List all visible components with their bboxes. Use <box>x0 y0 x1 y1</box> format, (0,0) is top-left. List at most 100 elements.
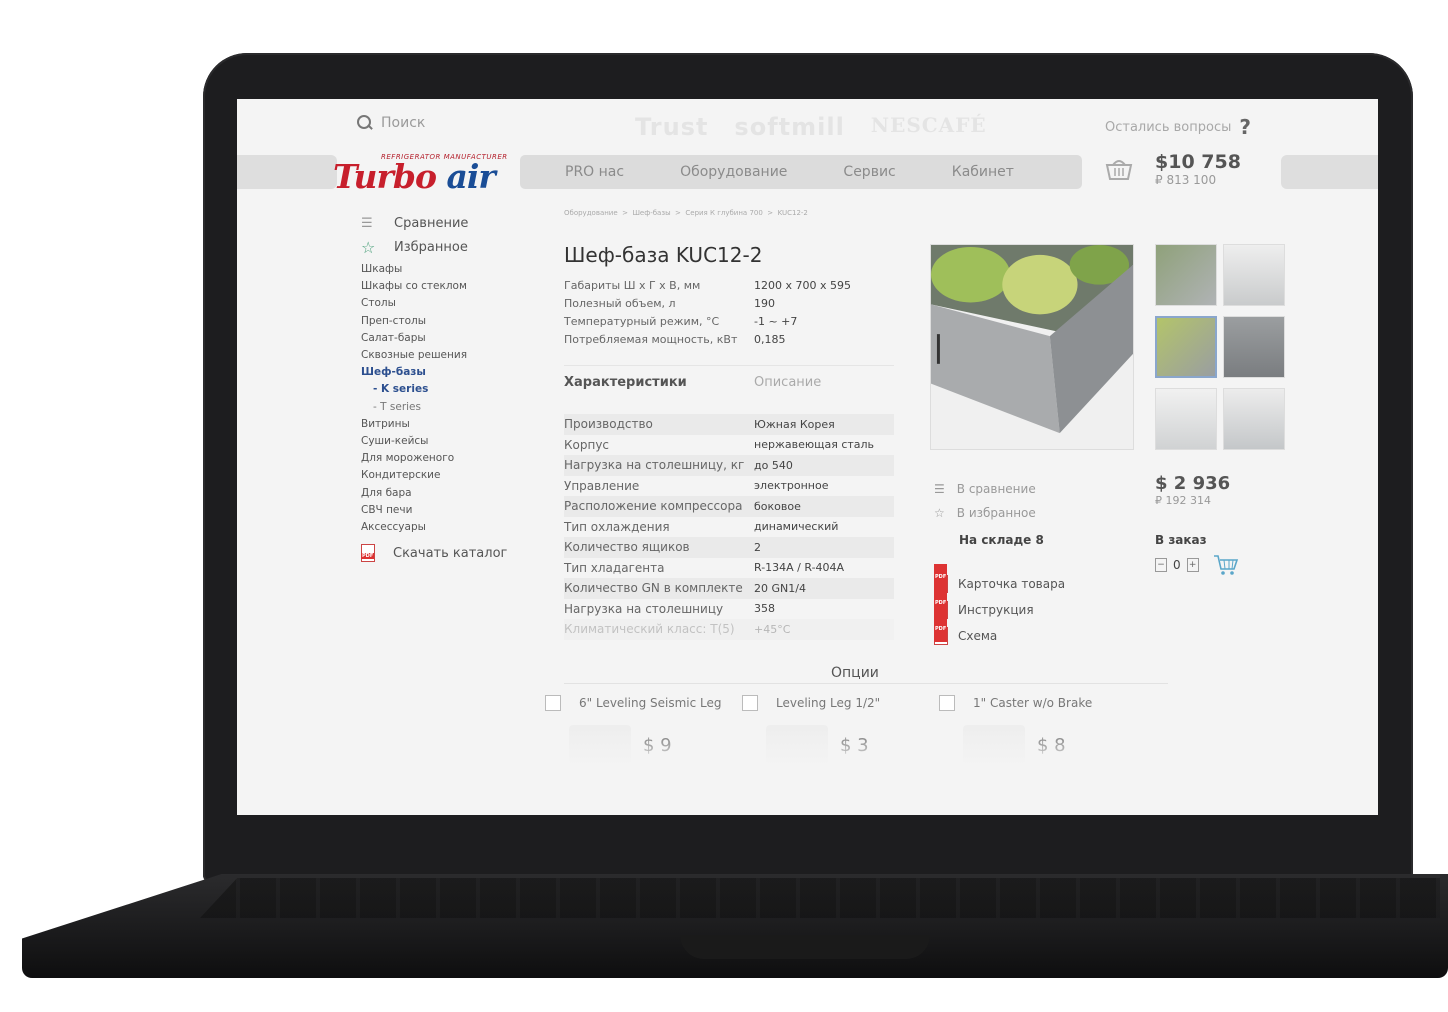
category-item[interactable]: Суши-кейсы <box>361 433 467 450</box>
cart-total[interactable]: $10 758 ₽ 813 100 <box>1155 151 1241 187</box>
table-row: Количество ящиков 2 <box>564 537 894 558</box>
table-row: Тип хладагента R-134A / R-404A <box>564 558 894 579</box>
char-label: Корпус <box>564 437 610 452</box>
thumbnail[interactable] <box>1223 316 1285 378</box>
tab-description[interactable]: Описание <box>754 375 821 390</box>
char-value: нержавеющая сталь <box>754 438 875 452</box>
option-checkbox[interactable] <box>939 695 955 711</box>
spec-value: 1200 x 700 x 595 <box>754 279 851 292</box>
bottom-fade <box>237 727 1378 767</box>
nav-item-service[interactable]: Сервис <box>843 164 895 180</box>
thumbnail[interactable] <box>1223 388 1285 450</box>
partner-logo: NESCAFÉ <box>870 113 987 137</box>
key-specs: Габариты Ш x Г x В, мм 1200 x 700 x 595 П… <box>564 277 851 349</box>
breadcrumb-item: KUC12-2 <box>777 209 808 217</box>
doc-link-manual[interactable]: Инструкция <box>934 590 1065 623</box>
add-to-compare[interactable]: ☰ В сравнение <box>934 477 1036 501</box>
category-item[interactable]: Для бара <box>361 485 467 502</box>
sidebar-favorites-label: Избранное <box>394 239 468 255</box>
search-icon <box>357 115 373 131</box>
thumbnail[interactable] <box>1155 244 1217 306</box>
breadcrumb: Оборудование > Шеф-базы > Серия К глубин… <box>564 209 808 217</box>
spec-row: Габариты Ш x Г x В, мм 1200 x 700 x 595 <box>564 277 851 295</box>
add-to-favorites-label: В избранное <box>956 506 1036 520</box>
logo-tagline: REFRIGERATOR MANUFACTURER <box>381 153 508 161</box>
subcategory-item-active[interactable]: - K series <box>361 381 467 398</box>
char-label: Тип охлаждения <box>564 519 670 534</box>
nav-item-equipment[interactable]: Оборудование <box>680 164 787 180</box>
doc-link-scheme[interactable]: Схема <box>934 616 1065 649</box>
char-value: 20 GN1/4 <box>754 581 806 595</box>
char-value: Южная Корея <box>754 417 835 431</box>
category-list: Шкафы Шкафы со стеклом Столы Преп-столы … <box>361 261 467 536</box>
header-band-right <box>1281 155 1378 189</box>
thumbnail-selected[interactable] <box>1155 316 1217 378</box>
char-label: Производство <box>564 417 653 432</box>
breadcrumb-item[interactable]: Шеф-базы <box>632 209 670 217</box>
table-row: Расположение компрессора боковое <box>564 496 894 517</box>
thumbnail[interactable] <box>1223 244 1285 306</box>
option-checkbox[interactable] <box>742 695 758 711</box>
char-label: Тип хладагента <box>564 560 665 575</box>
char-label: Нагрузка на столешницу <box>564 601 724 616</box>
cart-total-usd: $10 758 <box>1155 151 1241 173</box>
breadcrumb-item[interactable]: Оборудование <box>564 209 618 217</box>
increment-button[interactable]: + <box>1186 558 1199 572</box>
option-checkbox[interactable] <box>545 695 561 711</box>
category-item[interactable]: Аксессуары <box>361 519 467 536</box>
decrement-button[interactable]: − <box>1155 558 1167 572</box>
category-item[interactable]: Шкафы <box>361 261 467 278</box>
category-item[interactable]: Преп-столы <box>361 313 467 330</box>
subcategory-label: K series <box>381 383 429 396</box>
option-name: Leveling Leg 1/2" <box>776 696 881 710</box>
option-name: 6" Leveling Seismic Leg <box>579 696 722 710</box>
nav-item-about[interactable]: PRO нас <box>565 164 624 180</box>
star-icon: ☆ <box>361 237 376 257</box>
header-band-left <box>237 155 337 189</box>
options-divider <box>564 683 1168 684</box>
tab-characteristics[interactable]: Характеристики <box>564 375 754 390</box>
category-item[interactable]: Для мороженого <box>361 450 467 467</box>
help-link[interactable]: Остались вопросы ? <box>1105 115 1251 139</box>
add-to-cart-icon[interactable] <box>1213 554 1239 576</box>
option-name: 1" Caster w/o Brake <box>973 696 1093 710</box>
category-item[interactable]: СВЧ печи <box>361 502 467 519</box>
basket-icon[interactable] <box>1105 157 1133 181</box>
photo-thumbnails <box>1155 244 1285 450</box>
breadcrumb-item[interactable]: Серия К глубина 700 <box>685 209 762 217</box>
spec-label: Потребляемая мощность, кВт <box>564 333 738 346</box>
sidebar-compare[interactable]: ☰ Сравнение <box>361 211 468 235</box>
category-item[interactable]: Салат-бары <box>361 330 467 347</box>
screen: Поиск Trust softmill NESCAFÉ Остались во… <box>237 99 1378 815</box>
brand-logo[interactable]: REFRIGERATOR MANUFACTURER Turbo air <box>333 153 513 196</box>
star-icon: ☆ <box>934 506 945 520</box>
char-value: электронное <box>754 479 829 493</box>
char-label: Количество ящиков <box>564 540 690 555</box>
table-row: Тип охлаждения динамический <box>564 517 894 538</box>
keyboard <box>200 878 1440 918</box>
doc-link-card[interactable]: Карточка товара <box>934 564 1065 597</box>
category-item[interactable]: Шкафы со стеклом <box>361 278 467 295</box>
spec-value: 190 <box>754 297 775 310</box>
spec-label: Полезный объем, л <box>564 297 676 310</box>
add-to-favorites[interactable]: ☆ В избранное <box>934 501 1036 525</box>
category-item-active[interactable]: Шеф-базы <box>361 364 467 381</box>
category-item[interactable]: Сквозные решения <box>361 347 467 364</box>
quantity-value[interactable]: 0 <box>1173 558 1181 572</box>
nav-item-cabinet[interactable]: Кабинет <box>952 164 1014 180</box>
search-input[interactable]: Поиск <box>357 115 425 131</box>
document-links: Карточка товара Инструкция Схема <box>934 564 1065 649</box>
category-item[interactable]: Столы <box>361 295 467 312</box>
table-row: Нагрузка на столешницу 358 <box>564 599 894 620</box>
char-label: Управление <box>564 478 640 493</box>
doc-link-label: Схема <box>958 629 998 643</box>
thumbnail[interactable] <box>1155 388 1217 450</box>
stock-status: На складе 8 <box>959 533 1044 547</box>
char-label: Количество GN в комплекте <box>564 581 743 596</box>
char-label: Климатический класс: T(5) <box>564 622 735 637</box>
subcategory-item[interactable]: - T series <box>361 399 467 416</box>
sidebar-favorites[interactable]: ☆ Избранное <box>361 235 468 259</box>
category-item[interactable]: Кондитерские <box>361 467 467 484</box>
category-item[interactable]: Витрины <box>361 416 467 433</box>
download-catalog-link[interactable]: Скачать каталог <box>361 544 507 562</box>
